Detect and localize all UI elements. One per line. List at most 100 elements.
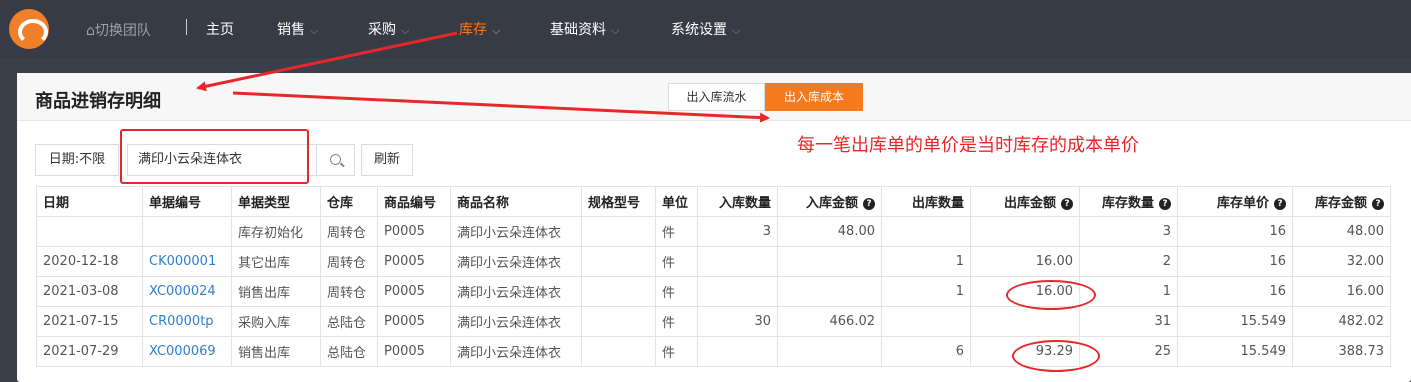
nav-item-basic-data[interactable]: 基础资料 ⌵ <box>550 19 619 39</box>
nav-item-purchase[interactable]: 采购 ⌵ <box>368 19 409 39</box>
cell-unit: 件 <box>655 246 698 277</box>
col-out-qty[interactable]: 出库数量 <box>881 186 971 217</box>
inventory-detail-table: 日期 单据编号 单据类型 仓库 商品编号 商品名称 规格型号 单位 入库数量 入… <box>36 186 1391 367</box>
cell-date: 2021-03-08 <box>36 276 143 307</box>
cell-doc-type: 销售出库 <box>231 276 321 307</box>
search-button[interactable] <box>317 144 355 176</box>
cell-doc-no[interactable]: XC000069 <box>142 336 232 367</box>
cell-warehouse: 总陆仓 <box>320 336 378 367</box>
cell-product-code: P0005 <box>377 276 451 307</box>
cell-out-qty: 1 <box>881 246 971 277</box>
nav-item-home[interactable]: 主页 <box>206 19 234 39</box>
chevron-down-icon: ⌵ <box>401 24 410 37</box>
col-doc-no[interactable]: 单据编号 <box>142 186 232 217</box>
chevron-down-icon: ⌵ <box>611 24 620 37</box>
cell-stock-amount: 16.00 <box>1292 276 1391 307</box>
nav-item-inventory[interactable]: 库存 ⌵ <box>459 19 500 39</box>
col-spec[interactable]: 规格型号 <box>581 186 656 217</box>
col-stock-amount[interactable]: 库存金额? <box>1292 186 1391 217</box>
cell-warehouse: 周转仓 <box>320 216 378 247</box>
chevron-down-icon: ⌵ <box>732 24 741 37</box>
cell-doc-no[interactable]: XC000024 <box>142 276 232 307</box>
col-warehouse[interactable]: 仓库 <box>320 186 378 217</box>
nav-item-sales[interactable]: 销售 ⌵ <box>277 19 318 39</box>
col-label: 库存金额 <box>1314 196 1367 211</box>
cell-date: 2020-12-18 <box>36 246 143 277</box>
switch-team-link[interactable]: ⌂切换团队 <box>86 20 151 40</box>
help-icon[interactable]: ? <box>1061 198 1073 210</box>
cell-stock-unit-price: 15.549 <box>1177 336 1293 367</box>
annotation-note: 每一笔出库单的单价是当时库存的成本单价 <box>797 135 1139 156</box>
cell-spec <box>581 306 656 337</box>
cell-spec <box>581 216 656 247</box>
cell-stock-unit-price: 16 <box>1177 216 1293 247</box>
cell-out-amount <box>970 306 1080 337</box>
table-row[interactable]: 2021-03-08 XC000024 销售出库 周转仓 P0005 满印小云朵连体衣 件 1… <box>36 276 1391 307</box>
cell-product-name: 满印小云朵连体衣 <box>450 276 582 307</box>
help-icon[interactable]: ? <box>1159 198 1171 210</box>
cell-spec <box>581 336 656 367</box>
tab-stock-flow[interactable]: 出入库流水 <box>668 83 765 111</box>
table-row[interactable]: 2021-07-15 CR0000tp 采购入库 总陆仓 P0005 满印小云朵连体衣件 3… <box>36 306 1391 337</box>
cell-in-amount: 48.00 <box>777 216 882 247</box>
col-product-name[interactable]: 商品名称 <box>450 186 582 217</box>
cell-stock-amount: 388.73 <box>1292 336 1391 367</box>
nav-item-label: 基础资料 <box>550 22 606 38</box>
col-in-qty[interactable]: 入库数量 <box>697 186 778 217</box>
cell-stock-amount: 48.00 <box>1292 216 1391 247</box>
cell-doc-no[interactable]: CK000001 <box>142 246 232 277</box>
col-date[interactable]: 日期 <box>36 186 143 217</box>
page-title: 商品进销存明细 <box>35 91 161 112</box>
table-row[interactable]: 库存初始化 周转仓 P0005 满印小云朵连体衣件 3 48.00 3 16 48.00 <box>36 216 1391 247</box>
table-row[interactable]: 2021-07-29 XC000069 销售出库 总陆仓 P0005 满印小云朵连体衣 件 6… <box>36 336 1391 367</box>
cell-date: 2021-07-15 <box>36 306 143 337</box>
chevron-down-icon: ⌵ <box>310 24 319 37</box>
cell-in-amount <box>777 246 882 277</box>
table-row[interactable]: 2020-12-18 CK000001 其它出库 周转仓 P0005 满印小云朵连体衣 件 1… <box>36 246 1391 277</box>
col-out-amount[interactable]: 出库金额? <box>970 186 1080 217</box>
col-unit[interactable]: 单位 <box>655 186 698 217</box>
cell-in-qty <box>697 336 778 367</box>
nav-item-system-settings[interactable]: 系统设置 ⌵ <box>671 19 740 39</box>
col-product-code[interactable]: 商品编号 <box>377 186 451 217</box>
cell-product-code: P0005 <box>377 246 451 277</box>
content-card: 商品进销存明细 出入库流水 出入库成本 日期:不限 满印小云朵连体衣 刷新 日期… <box>17 73 1411 382</box>
cell-in-qty: 30 <box>697 306 778 337</box>
cell-product-code: P0005 <box>377 216 451 247</box>
cell-date <box>36 216 143 247</box>
cell-in-amount <box>777 276 882 307</box>
col-doc-type[interactable]: 单据类型 <box>231 186 321 217</box>
cell-product-name: 满印小云朵连体衣 <box>450 216 582 247</box>
app-logo-icon[interactable] <box>9 9 49 49</box>
date-filter-button[interactable]: 日期:不限 <box>35 144 119 176</box>
refresh-button[interactable]: 刷新 <box>361 144 413 176</box>
cell-out-qty: 1 <box>881 276 971 307</box>
col-stock-unit-price[interactable]: 库存单价? <box>1177 186 1293 217</box>
cell-unit: 件 <box>655 276 698 307</box>
help-icon[interactable]: ? <box>1274 198 1286 210</box>
col-in-amount[interactable]: 入库金额? <box>777 186 882 217</box>
card-header: 商品进销存明细 出入库流水 出入库成本 <box>17 73 1411 121</box>
tab-stock-cost[interactable]: 出入库成本 <box>765 83 863 111</box>
cell-product-name: 满印小云朵连体衣 <box>450 306 582 337</box>
cell-unit: 件 <box>655 306 698 337</box>
help-icon[interactable]: ? <box>1372 198 1384 210</box>
cell-doc-no[interactable] <box>142 216 232 247</box>
cell-product-name: 满印小云朵连体衣 <box>450 246 582 277</box>
table-header-row: 日期 单据编号 单据类型 仓库 商品编号 商品名称 规格型号 单位 入库数量 入… <box>36 186 1391 217</box>
nav-item-label: 系统设置 <box>671 22 727 38</box>
cell-out-qty: 6 <box>881 336 971 367</box>
help-icon[interactable]: ? <box>863 198 875 210</box>
cell-doc-type: 采购入库 <box>231 306 321 337</box>
cell-warehouse: 周转仓 <box>320 276 378 307</box>
cell-out-amount <box>970 216 1080 247</box>
top-navigation-bar: ⌂切换团队 主页 销售 ⌵ 采购 ⌵ 库存 ⌵ 基础资料 ⌵ 系统设置 ⌵ <box>0 0 1411 58</box>
col-stock-qty[interactable]: 库存数量? <box>1079 186 1178 217</box>
cell-in-qty <box>697 246 778 277</box>
col-label: 出库金额 <box>1003 196 1056 211</box>
cell-stock-unit-price: 15.549 <box>1177 306 1293 337</box>
cell-doc-no[interactable]: CR0000tp <box>142 306 232 337</box>
cell-doc-type: 销售出库 <box>231 336 321 367</box>
nav-item-label: 库存 <box>459 22 487 38</box>
cell-product-name: 满印小云朵连体衣 <box>450 336 582 367</box>
